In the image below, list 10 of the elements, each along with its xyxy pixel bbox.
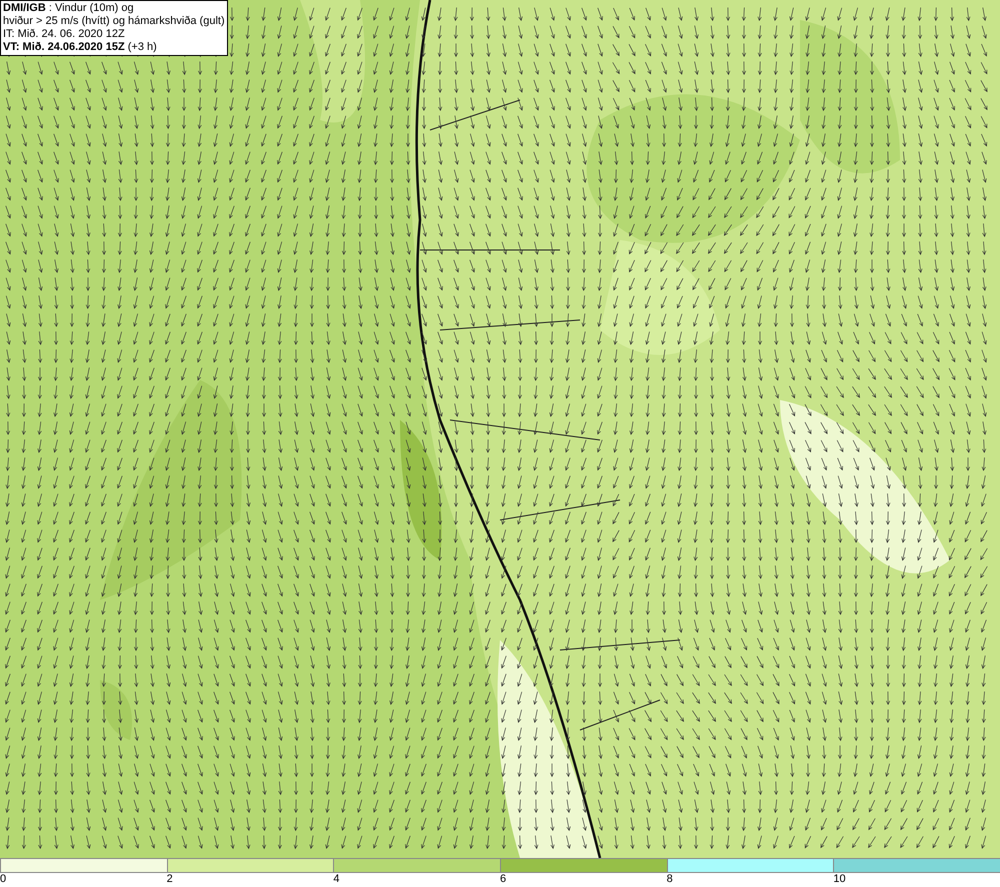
scale-tick-label: 8 <box>666 873 673 886</box>
info-text: IT: Mið. 24. 06. 2020 12Z <box>3 28 126 41</box>
scale-tick-label: 6 <box>500 873 506 886</box>
info-text: DMI/IGB : Vindur (10m) og <box>3 2 135 15</box>
scale-tick-label: 0 <box>0 873 6 886</box>
info-text: VT: Mið. 24.06.2020 15Z (+3 h) <box>3 41 158 54</box>
scale-tick-label: 2 <box>166 873 173 886</box>
info-text: hviður > 25 m/s (hvítt) og hámarkshviða (gult) <box>3 15 225 28</box>
scale-tick-label: 10 <box>833 873 846 886</box>
scale-tick-label: 4 <box>333 873 340 886</box>
